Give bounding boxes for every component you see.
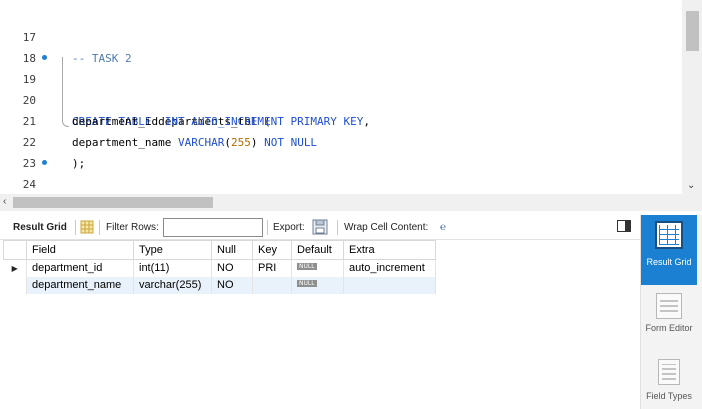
scroll-down-icon[interactable]: ⌄ bbox=[687, 181, 695, 191]
row-indicator bbox=[3, 276, 27, 294]
column-header[interactable]: Extra bbox=[343, 240, 436, 260]
result-grid[interactable]: Field Type Null Key Default Extra ▶ depa… bbox=[0, 240, 640, 409]
form-editor-label: Form Editor bbox=[645, 323, 693, 333]
scroll-left-icon[interactable]: ‹ bbox=[3, 196, 6, 207]
result-grid-icon bbox=[655, 221, 683, 249]
export-label: Export: bbox=[273, 222, 305, 233]
current-row-icon: ▶ bbox=[3, 259, 27, 277]
cell-type[interactable]: int(11) bbox=[133, 259, 212, 277]
column-header[interactable]: Key bbox=[252, 240, 292, 260]
statement-marker-icon bbox=[42, 55, 47, 60]
separator bbox=[99, 220, 100, 235]
statement-marker-icon bbox=[42, 160, 47, 165]
export-icon[interactable] bbox=[312, 215, 330, 240]
scrollbar-thumb[interactable] bbox=[13, 197, 213, 208]
result-toolbar: Result Grid Filter Rows: Export: Wrap Ce… bbox=[0, 215, 640, 240]
cell-type[interactable]: varchar(255) bbox=[133, 276, 212, 294]
editor-horizontal-scrollbar[interactable]: ‹ bbox=[0, 194, 702, 211]
editor-line[interactable]: 21 department_name VARCHAR(255) NOT NULL bbox=[0, 90, 680, 149]
separator bbox=[75, 220, 76, 235]
form-editor-button[interactable]: Form Editor bbox=[641, 287, 697, 347]
separator bbox=[267, 220, 268, 235]
result-table: Field Type Null Key Default Extra ▶ depa… bbox=[3, 240, 436, 294]
cell-field[interactable]: department_id bbox=[26, 259, 134, 277]
editor-line[interactable]: 22 ); bbox=[0, 111, 680, 170]
cell-null[interactable]: NO bbox=[211, 259, 253, 277]
null-badge: NULL bbox=[297, 263, 317, 271]
form-editor-icon bbox=[656, 293, 682, 319]
filter-rows-label: Filter Rows: bbox=[106, 222, 159, 233]
toggle-side-panel-icon[interactable] bbox=[617, 220, 631, 232]
header-row: Field Type Null Key Default Extra bbox=[3, 240, 436, 260]
grid-layout-icon[interactable] bbox=[80, 215, 94, 240]
field-types-label: Field Types bbox=[646, 391, 692, 401]
editor-line[interactable]: 17 -- TASK 2 bbox=[0, 6, 680, 65]
row-indicator-header bbox=[3, 240, 27, 260]
wrap-text-icon[interactable]: ℮ bbox=[440, 215, 446, 240]
result-side-panel: Result Grid Form Editor Field Types bbox=[640, 215, 702, 409]
cell-extra[interactable] bbox=[343, 276, 436, 294]
field-types-button[interactable]: Field Types bbox=[641, 353, 697, 409]
separator bbox=[337, 220, 338, 235]
cell-default[interactable]: NULL bbox=[291, 259, 344, 277]
sql-editor[interactable]: 17 -- TASK 2 18 19 CREATE TABLE departme… bbox=[0, 0, 702, 194]
result-grid-view-label: Result Grid bbox=[646, 257, 692, 267]
fold-guide bbox=[62, 57, 69, 127]
result-grid-tab[interactable]: Result Grid bbox=[13, 215, 67, 240]
cell-default[interactable]: NULL bbox=[291, 276, 344, 294]
cell-extra[interactable]: auto_increment bbox=[343, 259, 436, 277]
column-header[interactable]: Field bbox=[26, 240, 134, 260]
column-header[interactable]: Type bbox=[133, 240, 212, 260]
table-row[interactable]: ▶ department_id int(11) NO PRI NULL auto… bbox=[3, 259, 436, 277]
field-types-icon bbox=[658, 359, 680, 385]
editor-line[interactable]: 25 bbox=[0, 174, 680, 194]
scrollbar-thumb[interactable] bbox=[686, 11, 699, 51]
cell-key[interactable]: PRI bbox=[252, 259, 292, 277]
cell-field[interactable]: department_name bbox=[26, 276, 134, 294]
editor-line[interactable]: 20 department_id INT AUTO_INCREMENT PRIM… bbox=[0, 69, 680, 128]
editor-line[interactable]: 19 CREATE TABLE departments_tbl ( bbox=[0, 48, 680, 128]
result-grid-view-button[interactable]: Result Grid bbox=[641, 215, 697, 285]
cell-null[interactable]: NO bbox=[211, 276, 253, 294]
editor-line[interactable]: 18 bbox=[0, 27, 680, 65]
column-header[interactable]: Default bbox=[291, 240, 344, 260]
null-badge: NULL bbox=[297, 280, 317, 287]
cell-key[interactable] bbox=[252, 276, 292, 294]
column-header[interactable]: Null bbox=[211, 240, 253, 260]
editor-line[interactable]: 24 DESCRIBE departments_tbl; bbox=[0, 153, 680, 191]
filter-rows-input[interactable] bbox=[163, 218, 263, 237]
editor-vertical-scrollbar[interactable]: ⌄ bbox=[682, 0, 702, 194]
table-row[interactable]: department_name varchar(255) NO NULL bbox=[3, 276, 436, 294]
wrap-cell-label: Wrap Cell Content: bbox=[344, 222, 429, 233]
editor-line[interactable]: 23 bbox=[0, 132, 680, 170]
